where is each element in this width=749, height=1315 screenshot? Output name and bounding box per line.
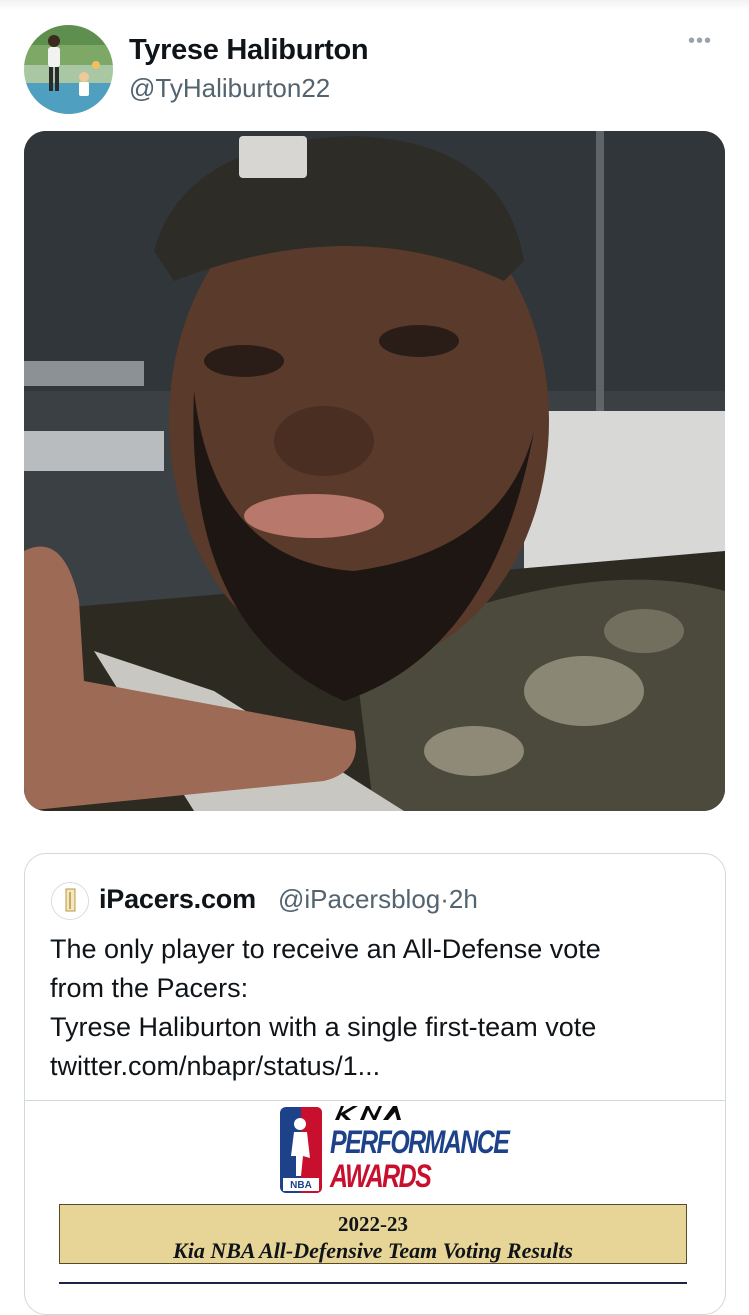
kia-wordmark-icon bbox=[335, 1106, 401, 1120]
award-title-line2: AWARDS bbox=[330, 1158, 432, 1194]
quoted-author-handle[interactable]: @iPacersblog bbox=[278, 884, 440, 914]
quoted-author-meta[interactable]: @iPacersblog·2h bbox=[278, 884, 478, 915]
more-options-icon[interactable]: ••• bbox=[688, 30, 712, 53]
nba-badge-text: NBA bbox=[290, 1180, 312, 1191]
tweet-text-line: The only player to receive an All-Defens… bbox=[50, 934, 601, 964]
tweet-text-line: Tyrese Haliburton with a single first-te… bbox=[50, 1012, 597, 1042]
results-title: Kia NBA All-Defensive Team Voting Result… bbox=[173, 1238, 573, 1263]
author-avatar[interactable] bbox=[24, 25, 113, 114]
nba-logo-icon: NBA bbox=[280, 1107, 322, 1193]
meta-separator: · bbox=[440, 884, 449, 914]
tweet-text-line: from the Pacers: bbox=[50, 973, 249, 1003]
tweet-photo[interactable] bbox=[24, 131, 725, 811]
author-handle[interactable]: @TyHaliburton22 bbox=[129, 73, 330, 104]
season-label: 2022-23 bbox=[338, 1212, 408, 1236]
pacers-logo-icon bbox=[52, 883, 88, 919]
selfie-image bbox=[24, 131, 725, 811]
award-title-line1: PERFORMANCE bbox=[330, 1124, 510, 1160]
divider bbox=[25, 1100, 725, 1101]
author-name[interactable]: Tyrese Haliburton bbox=[129, 34, 369, 67]
quoted-time[interactable]: 2h bbox=[449, 884, 478, 914]
tweet-link[interactable]: twitter.com/nbapr/status/1... bbox=[50, 1047, 710, 1086]
kia-performance-awards-logo: NBA PERFORMANCE AWARDS bbox=[279, 1102, 510, 1198]
quoted-author-avatar[interactable] bbox=[51, 882, 89, 920]
avatar-photo bbox=[24, 25, 113, 114]
table-top-rule bbox=[59, 1282, 687, 1284]
quoted-tweet[interactable]: iPacers.com @iPacersblog·2h The only pla… bbox=[24, 853, 726, 1315]
voting-results-banner: 2022-23 Kia NBA All-Defensive Team Votin… bbox=[59, 1204, 687, 1264]
quoted-author-name[interactable]: iPacers.com bbox=[99, 884, 256, 915]
top-edge bbox=[0, 0, 749, 10]
quoted-tweet-text: The only player to receive an All-Defens… bbox=[50, 930, 710, 1086]
